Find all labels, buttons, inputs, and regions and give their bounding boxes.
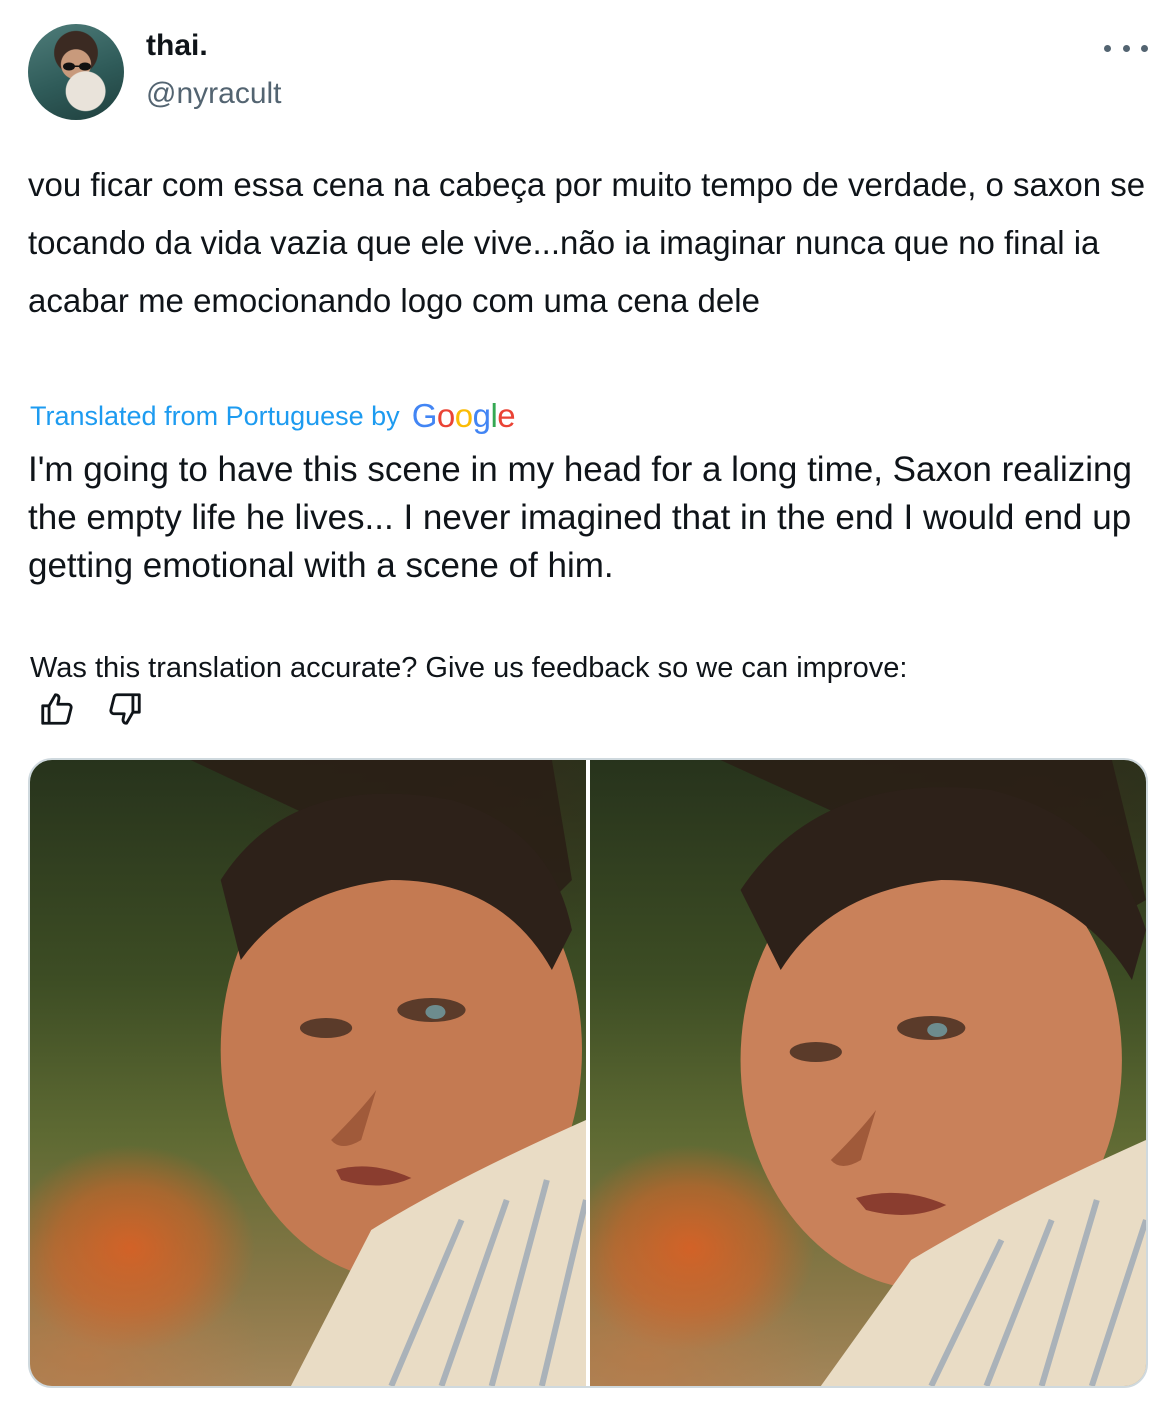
photo-left-illustration [190, 760, 586, 1386]
photo-left[interactable] [30, 760, 586, 1386]
photo-right-illustration [720, 760, 1146, 1386]
avatar[interactable] [28, 24, 124, 120]
translation-feedback-prompt: Was this translation accurate? Give us f… [30, 652, 908, 684]
tweet: thai. @nyracult vou ficar com essa cena … [0, 0, 1176, 1412]
author-handle[interactable]: @nyracult [146, 76, 282, 112]
tweet-original-text: vou ficar com essa cena na cabeça por mu… [28, 166, 1146, 319]
media-grid [28, 758, 1148, 1388]
thumbs-up-icon[interactable] [38, 690, 76, 728]
more-dots-icon[interactable] [1104, 36, 1148, 60]
translated-from-link[interactable]: Translated from Portuguese by [30, 401, 400, 432]
avatar-sunglasses [63, 62, 91, 71]
tweet-translation-text: I'm going to have this scene in my head … [28, 450, 1132, 585]
google-logo: Google [411, 397, 516, 434]
photo-right[interactable] [590, 760, 1146, 1386]
translation-attribution: Translated from Portuguese by Google [30, 394, 516, 438]
author-name[interactable]: thai. [146, 28, 208, 64]
thumbs-down-icon[interactable] [106, 690, 144, 728]
